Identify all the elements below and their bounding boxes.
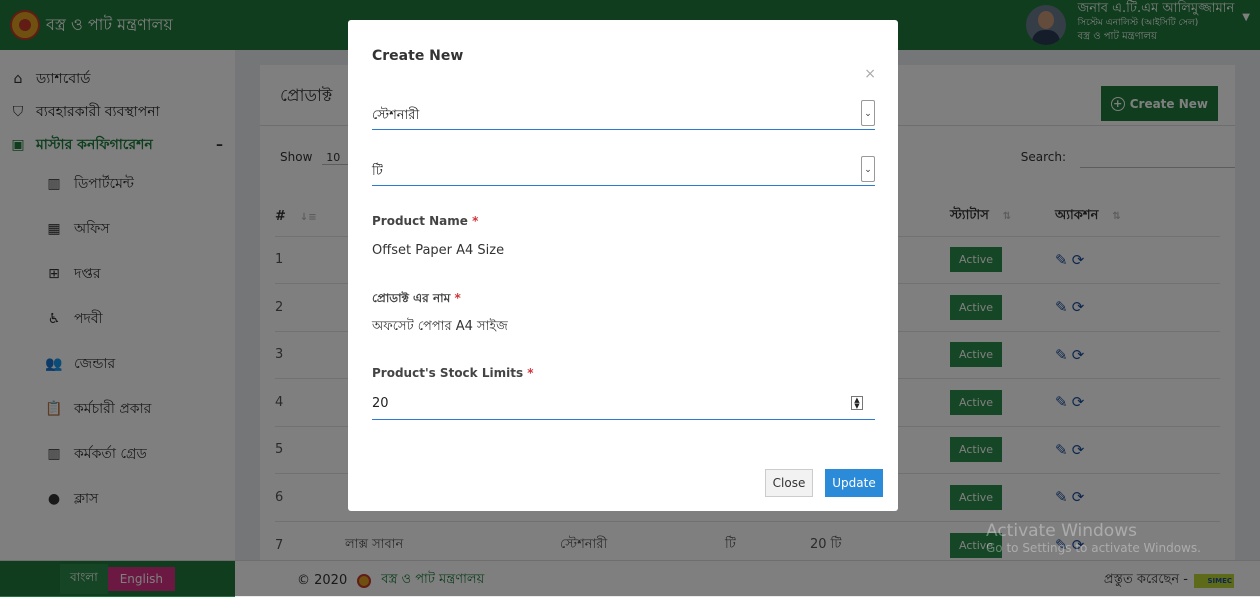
product-name-bn-field[interactable]: অফসেট পেপার A4 সাইজ [372,317,508,338]
unit-value: টি [372,164,383,179]
close-button[interactable]: Close [765,469,813,497]
product-name-en-label: Product Name * [372,214,479,228]
chevron-down-icon[interactable]: ⌄ [861,100,875,126]
modal-title: Create New [372,48,464,64]
watermark-line2: Go to Settings to activate Windows. [986,541,1201,555]
watermark-line1: Activate Windows [986,521,1137,541]
stock-limit-input[interactable]: 20 ▲ ▼ [372,390,875,420]
unit-select[interactable]: টি ⌄ [372,156,875,186]
chevron-down-icon[interactable]: ⌄ [861,156,875,182]
create-product-modal: Create New × স্টেশনারী ⌄ টি ⌄ Product Na… [348,20,898,511]
close-icon[interactable]: × [864,66,876,82]
category-value: স্টেশনারী [372,108,420,123]
activate-windows-watermark: Activate Windows Go to Settings to activ… [986,523,1201,557]
update-button[interactable]: Update [825,469,883,497]
product-name-bn-label: প্রোডাক্ট এর নাম * [372,291,461,305]
category-select[interactable]: স্টেশনারী ⌄ [372,100,875,130]
stock-limit-value: 20 [372,396,389,411]
spinner-icon[interactable]: ▲ ▼ [851,396,863,410]
product-name-en-field[interactable]: Offset Paper A4 Size [372,243,504,258]
stock-limit-label: Product's Stock Limits * [372,366,534,380]
